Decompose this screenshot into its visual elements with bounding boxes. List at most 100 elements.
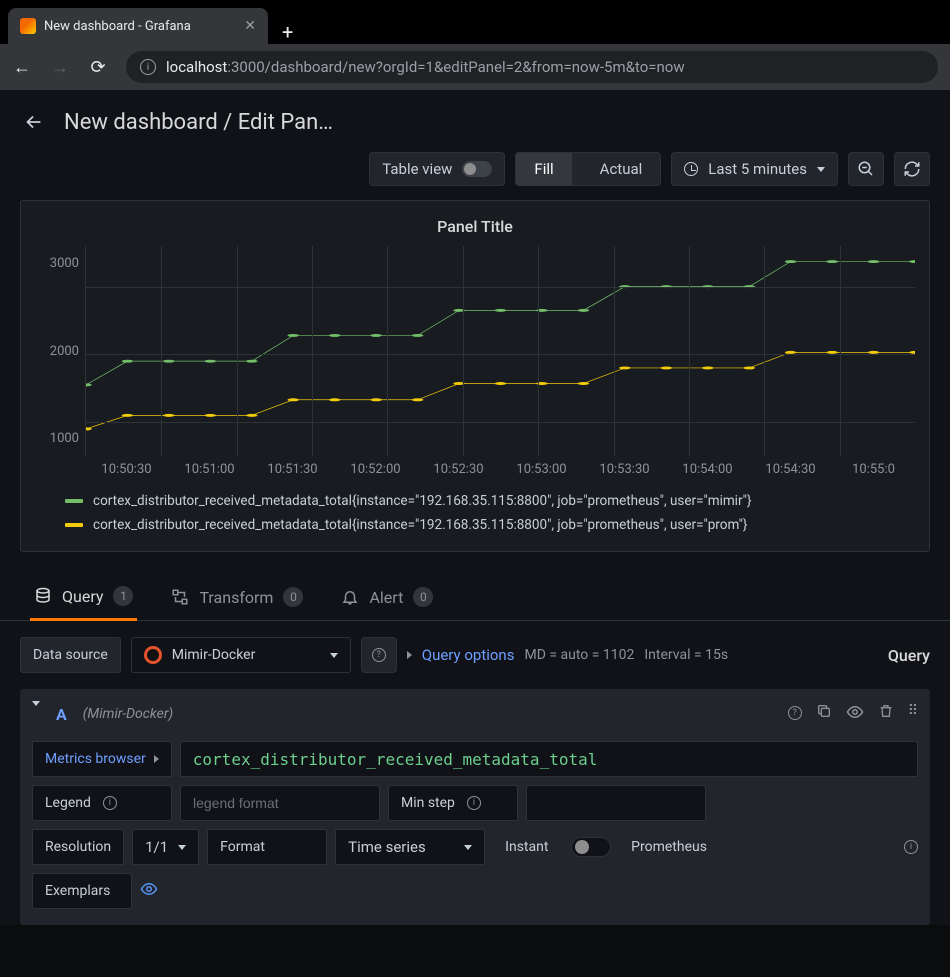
table-view-label: Table view	[382, 160, 452, 178]
chevron-down-icon	[32, 701, 40, 722]
close-tab-icon[interactable]: ✕	[244, 18, 256, 34]
metrics-browser-button[interactable]: Metrics browser	[32, 741, 172, 777]
query-options-link[interactable]: Query options	[422, 646, 515, 664]
format-select[interactable]: Time series	[335, 829, 485, 865]
query-inspector-button[interactable]: Query	[888, 646, 930, 665]
editor-tabs: Query 1 Transform 0 Alert 0	[0, 552, 950, 621]
collapse-button[interactable]	[32, 706, 40, 722]
instant-label: Instant	[493, 829, 563, 865]
fill-segment[interactable]: Fill	[516, 153, 571, 185]
md-info: MD = auto = 1102	[524, 647, 634, 663]
query-datasource-name: (Mimir-Docker)	[83, 706, 173, 722]
datasource-help-button[interactable]: ?	[361, 637, 397, 673]
time-range-label: Last 5 minutes	[708, 160, 807, 178]
min-step-label: Min step i	[388, 785, 518, 821]
bell-icon	[341, 588, 359, 606]
legend: cortex_distributor_received_metadata_tot…	[35, 477, 915, 537]
x-tick: 10:54:00	[666, 462, 749, 477]
x-tick: 10:55:0	[832, 462, 915, 477]
new-tab-button[interactable]: +	[268, 20, 307, 44]
zoom-out-button[interactable]	[848, 152, 884, 186]
instant-switch[interactable]	[571, 837, 611, 857]
query-ref-id[interactable]: A	[56, 705, 67, 724]
database-icon	[34, 587, 52, 605]
info-icon[interactable]: i	[103, 796, 117, 810]
format-label: Format	[207, 829, 327, 865]
chevron-down-icon	[464, 845, 472, 850]
query-help-icon[interactable]: ?	[788, 703, 802, 725]
interval-info: Interval = 15s	[644, 647, 728, 663]
tab-query-count: 1	[113, 586, 133, 606]
legend-item[interactable]: cortex_distributor_received_metadata_tot…	[65, 513, 915, 537]
panel-title[interactable]: Panel Title	[35, 211, 915, 246]
legend-label: cortex_distributor_received_metadata_tot…	[93, 517, 748, 533]
page-header: New dashboard / Edit Pan…	[0, 90, 950, 146]
browser-tab[interactable]: New dashboard - Grafana ✕	[8, 8, 268, 44]
transform-icon	[171, 588, 189, 606]
y-tick: 3000	[50, 256, 79, 271]
datasource-select[interactable]: Mimir-Docker	[131, 637, 351, 673]
drag-handle-icon[interactable]: ⠿	[908, 703, 918, 725]
y-tick: 2000	[50, 344, 79, 359]
datasource-value: Mimir-Docker	[172, 647, 256, 663]
chevron-right-icon[interactable]	[407, 651, 412, 659]
legend-input[interactable]	[180, 785, 380, 821]
clock-icon	[684, 162, 698, 176]
chevron-down-icon	[178, 845, 186, 850]
resolution-select[interactable]: 1/1	[132, 829, 199, 865]
exemplars-label: Exemplars	[32, 873, 132, 909]
tab-transform-count: 0	[283, 587, 303, 607]
min-step-input[interactable]	[526, 785, 706, 821]
info-icon[interactable]: i	[904, 840, 918, 854]
grafana-favicon-icon	[20, 18, 36, 34]
browser-tab-strip: New dashboard - Grafana ✕ +	[0, 0, 950, 44]
table-view-toggle[interactable]: Table view	[369, 152, 505, 186]
query-expression-input[interactable]: cortex_distributor_received_metadata_tot…	[180, 741, 918, 777]
toggle-visibility-icon[interactable]	[846, 703, 864, 725]
x-tick: 10:50:30	[85, 462, 168, 477]
x-tick: 10:53:00	[500, 462, 583, 477]
query-editor: A (Mimir-Docker) ? ⠿ Metrics browser	[20, 689, 930, 925]
tab-alert[interactable]: Alert 0	[337, 577, 437, 619]
legend-swatch	[65, 499, 83, 503]
back-icon[interactable]: ←	[12, 57, 32, 78]
tab-query-label: Query	[62, 587, 103, 606]
reload-icon[interactable]: ⟳	[88, 57, 108, 78]
tab-transform[interactable]: Transform 0	[167, 577, 307, 619]
breadcrumb[interactable]: New dashboard / Edit Pan…	[64, 110, 333, 135]
back-arrow-button[interactable]	[20, 108, 48, 136]
time-range-picker[interactable]: Last 5 minutes	[671, 152, 838, 186]
prometheus-label: Prometheus	[619, 829, 729, 865]
query-actions: ? ⠿	[788, 703, 918, 725]
y-tick: 1000	[50, 431, 79, 446]
exemplars-visibility-icon[interactable]	[140, 880, 158, 902]
prometheus-icon	[144, 646, 162, 664]
site-info-icon[interactable]: i	[140, 59, 156, 75]
chevron-right-icon	[154, 755, 159, 763]
tab-alert-count: 0	[413, 587, 433, 607]
delete-query-icon[interactable]	[878, 703, 894, 725]
duplicate-query-icon[interactable]	[816, 703, 832, 725]
tab-alert-label: Alert	[369, 588, 403, 607]
chevron-down-icon	[817, 167, 825, 172]
tab-query[interactable]: Query 1	[30, 576, 137, 621]
legend-label: cortex_distributor_received_metadata_tot…	[93, 493, 752, 509]
refresh-button[interactable]	[894, 152, 930, 186]
legend-swatch	[65, 523, 83, 527]
toggle-switch[interactable]	[462, 161, 492, 177]
tab-title: New dashboard - Grafana	[44, 19, 191, 34]
plot-area[interactable]	[85, 246, 915, 456]
url-path: :3000/dashboard/new?orgId=1&editPanel=2&…	[227, 58, 684, 76]
url-host: localhost	[166, 58, 227, 76]
query-header: A (Mimir-Docker) ? ⠿	[32, 699, 918, 737]
actual-segment[interactable]: Actual	[582, 153, 661, 185]
url-field[interactable]: i localhost:3000/dashboard/new?orgId=1&e…	[126, 51, 938, 83]
help-icon: ?	[372, 648, 386, 662]
x-tick: 10:54:30	[749, 462, 832, 477]
legend-item[interactable]: cortex_distributor_received_metadata_tot…	[65, 489, 915, 513]
tab-transform-label: Transform	[199, 588, 273, 607]
graph-panel: Panel Title 300020001000 10:50:3010:51:0…	[20, 200, 930, 552]
info-icon[interactable]: i	[467, 796, 481, 810]
x-tick: 10:52:30	[417, 462, 500, 477]
chevron-down-icon	[330, 653, 338, 658]
